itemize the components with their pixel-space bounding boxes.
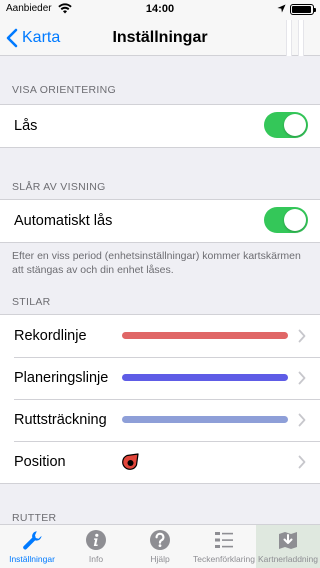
nav-bar-stripe [298, 20, 304, 56]
route-line-swatch [122, 416, 288, 423]
style-label: Planeringslinje [14, 370, 109, 386]
chevron-right-icon [298, 413, 306, 427]
section-header-orientation: VISA ORIENTERING [12, 84, 116, 96]
status-bar: Aanbieder 14:00 [0, 0, 320, 20]
lock-label: Lås [14, 118, 38, 134]
style-row-route-line[interactable]: Ruttsträckning [0, 399, 320, 441]
chevron-right-icon [298, 371, 306, 385]
map-download-icon [279, 532, 297, 549]
chevron-right-icon [298, 329, 306, 343]
info-icon [86, 530, 106, 550]
tab-bar: Inställningar Info Hjälp Teckenförklarin… [0, 524, 320, 568]
tab-legend[interactable]: Teckenförklaring [192, 525, 256, 568]
nav-bar-stripe [286, 20, 292, 56]
status-time: 14:00 [145, 3, 175, 15]
help-icon [150, 530, 170, 550]
tab-help[interactable]: Hjälp [128, 525, 192, 568]
location-arrow-icon [277, 4, 286, 13]
lock-row: Lås [0, 105, 320, 147]
style-row-record-line[interactable]: Rekordlinje [0, 315, 320, 357]
planning-line-swatch [122, 374, 288, 381]
position-marker-icon [122, 453, 139, 470]
style-row-planning-line[interactable]: Planeringslinje [0, 357, 320, 399]
orientation-group: Lås [0, 104, 320, 148]
lock-toggle[interactable] [264, 112, 308, 138]
page-title: Inställningar [112, 29, 208, 46]
tab-map-download[interactable]: Kartnerladdning [256, 525, 320, 568]
style-label: Position [14, 454, 66, 470]
nav-decoration [286, 20, 304, 56]
tab-label: Teckenförklaring [193, 554, 255, 564]
auto-lock-toggle[interactable] [264, 207, 308, 233]
legend-icon [215, 532, 233, 548]
tab-label: Inställningar [9, 554, 55, 564]
battery-icon [290, 4, 316, 15]
wrench-icon [23, 531, 42, 550]
navigation-bar: Karta Inställningar [0, 20, 320, 56]
auto-lock-label: Automatiskt lås [14, 213, 113, 229]
styles-group: Rekordlinje Planeringslinje Ruttsträckni… [0, 314, 320, 484]
tab-label: Hjälp [150, 554, 170, 564]
chevron-right-icon [298, 455, 306, 469]
tab-settings[interactable]: Inställningar [0, 525, 64, 568]
sleep-group: Automatiskt lås [0, 199, 320, 243]
auto-lock-footer: Efter en viss period (enhetsinställninga… [12, 250, 301, 276]
style-label: Rekordlinje [14, 328, 87, 344]
style-row-position[interactable]: Position [0, 441, 320, 483]
section-header-sleep: SLÅR AV VISNING [12, 181, 106, 193]
auto-lock-row: Automatiskt lås [0, 200, 320, 242]
tab-label: Info [88, 554, 104, 564]
tab-info[interactable]: Info [64, 525, 128, 568]
tab-label: Kartnerladdning [257, 554, 318, 564]
section-header-styles: STILAR [12, 296, 51, 308]
section-header-routes: RUTTER [12, 512, 57, 524]
record-line-swatch [122, 332, 288, 339]
style-label: Ruttsträckning [14, 412, 107, 428]
